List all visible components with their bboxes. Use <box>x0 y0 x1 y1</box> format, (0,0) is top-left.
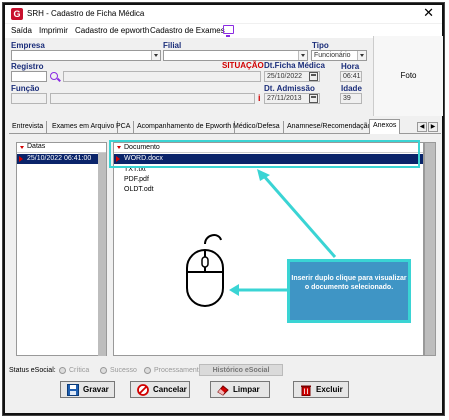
mouse-icon <box>186 234 224 307</box>
save-label: Gravar <box>83 385 109 394</box>
radio-sucesso-label: Sucesso <box>110 367 137 374</box>
clear-button[interactable]: Limpar <box>210 381 270 398</box>
radio-sucesso[interactable] <box>100 367 107 374</box>
cancel-label: Cancelar <box>153 385 187 394</box>
radio-critica[interactable] <box>59 367 66 374</box>
radio-critica-label: Crítica <box>69 367 90 374</box>
radio-processamento[interactable] <box>144 367 151 374</box>
clear-label: Limpar <box>233 385 260 394</box>
arrow-up-icon <box>261 174 337 258</box>
radio-processamento-label: Processamento <box>154 367 203 374</box>
save-button[interactable]: Gravar <box>60 381 115 398</box>
cancel-icon <box>137 384 149 396</box>
trash-icon <box>301 385 311 396</box>
delete-label: Excluir <box>316 385 343 394</box>
esocial-status-label: Status eSocial: <box>9 367 56 374</box>
cancel-button[interactable]: Cancelar <box>130 381 190 398</box>
historico-esocial-button[interactable]: Histórico eSocial <box>199 364 283 376</box>
delete-button[interactable]: Excluir <box>293 381 349 398</box>
eraser-icon <box>217 385 229 396</box>
annotation-arrows <box>229 169 337 296</box>
floppy-disk-icon <box>67 384 79 396</box>
instruction-callout: Inserir duplo clique para visualizar o d… <box>287 259 411 323</box>
main-window: G SRH - Cadastro de Ficha Médica ✕ Saída… <box>3 3 444 415</box>
